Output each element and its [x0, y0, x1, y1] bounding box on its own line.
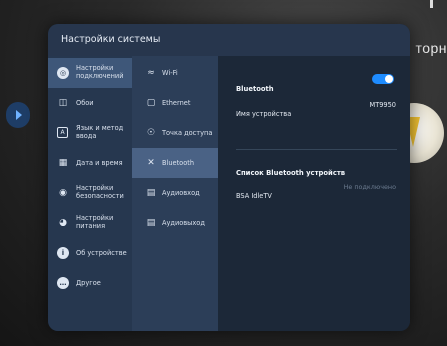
sub-menu: ≈ Wi-Fi ▢ Ethernet ☉ Точка доступа ✕ Blu…	[132, 56, 218, 331]
title-bar: Настройки системы	[48, 24, 410, 56]
wifi-icon: ≈	[147, 68, 155, 78]
device-list-title: Список Bluetooth устройств	[236, 169, 346, 177]
bluetooth-toggle[interactable]	[372, 74, 394, 84]
divider	[236, 149, 397, 150]
sub-item-bluetooth[interactable]: ✕ Bluetooth	[132, 148, 218, 178]
menu-item-other[interactable]: … Другое	[48, 268, 132, 298]
play-arrow-icon	[16, 110, 22, 120]
panel-title: Настройки системы	[61, 34, 161, 45]
hotspot-icon: ☉	[146, 128, 156, 138]
sub-item-label: Точка доступа	[162, 129, 213, 137]
language-icon: A	[57, 127, 68, 138]
ethernet-icon: ▢	[146, 98, 156, 108]
menu-item-label: Настройки безопасности	[76, 184, 124, 200]
device-list-header: Список Bluetooth устройств	[236, 160, 396, 179]
menu-item-wallpaper[interactable]: ◫ Обои	[48, 88, 132, 118]
bluetooth-row: Bluetooth	[236, 74, 396, 95]
sub-item-wifi[interactable]: ≈ Wi-Fi	[132, 58, 218, 88]
menu-item-label: Настройки подключений	[76, 64, 124, 80]
calendar-icon: ▦	[58, 157, 68, 168]
menu-item-about[interactable]: i Об устройстве	[48, 238, 132, 268]
sub-item-hotspot[interactable]: ☉ Точка доступа	[132, 118, 218, 148]
menu-item-label: Другое	[76, 279, 101, 287]
bluetooth-icon: ✕	[147, 158, 155, 168]
menu-item-label: Об устройстве	[76, 249, 127, 257]
sub-item-label: Ethernet	[162, 99, 191, 107]
toggle-knob	[385, 75, 393, 83]
menu-item-connections[interactable]: ◎ Настройки подключений	[48, 58, 132, 88]
sub-item-label: Bluetooth	[162, 159, 195, 167]
device-status: Не подключено	[343, 183, 396, 191]
menu-item-date-time[interactable]: ▦ Дата и время	[48, 148, 132, 178]
device-name-row[interactable]: Имя устройства MT9950	[236, 101, 396, 120]
menu-item-label: Дата и время	[76, 159, 123, 167]
device-list-item[interactable]: BSA IdleTV Не подключено	[236, 183, 396, 202]
menu-item-language[interactable]: A Язык и метод ввода	[48, 118, 132, 148]
device-name: BSA IdleTV	[236, 192, 272, 200]
background-decoration	[430, 0, 433, 8]
sub-item-audio-in[interactable]: ▤ Аудиовход	[132, 178, 218, 208]
info-icon: i	[57, 247, 69, 259]
left-menu: ◎ Настройки подключений ◫ Обои A Язык и …	[48, 56, 132, 331]
wallpaper-icon: ◫	[58, 97, 68, 108]
power-icon: ◕	[59, 217, 67, 228]
globe-icon: ◎	[57, 67, 69, 79]
settings-panel: Настройки системы ◎ Настройки подключени…	[48, 24, 410, 331]
menu-item-power[interactable]: ◕ Настройки питания	[48, 208, 132, 238]
security-icon: ◉	[59, 187, 67, 198]
sub-item-label: Wi-Fi	[162, 69, 178, 77]
audio-in-icon: ▤	[146, 188, 156, 198]
sub-item-label: Аудиовыход	[162, 219, 205, 227]
sub-item-ethernet[interactable]: ▢ Ethernet	[132, 88, 218, 118]
menu-item-label: Язык и метод ввода	[76, 124, 124, 140]
background-text: торн	[415, 40, 447, 56]
menu-item-label: Настройки питания	[76, 214, 114, 230]
sub-item-label: Аудиовход	[162, 189, 200, 197]
menu-item-label: Обои	[76, 99, 94, 107]
bluetooth-label: Bluetooth	[236, 85, 274, 93]
device-name-label: Имя устройства	[236, 110, 292, 118]
detail-pane: Bluetooth Имя устройства MT9950 Список B…	[218, 56, 410, 331]
more-icon: …	[57, 277, 69, 289]
menu-item-security[interactable]: ◉ Настройки безопасности	[48, 178, 132, 208]
device-name-value: MT9950	[369, 101, 397, 109]
side-panel-handle[interactable]	[6, 102, 30, 128]
sub-item-audio-out[interactable]: ▤ Аудиовыход	[132, 208, 218, 238]
audio-out-icon: ▤	[146, 218, 156, 228]
